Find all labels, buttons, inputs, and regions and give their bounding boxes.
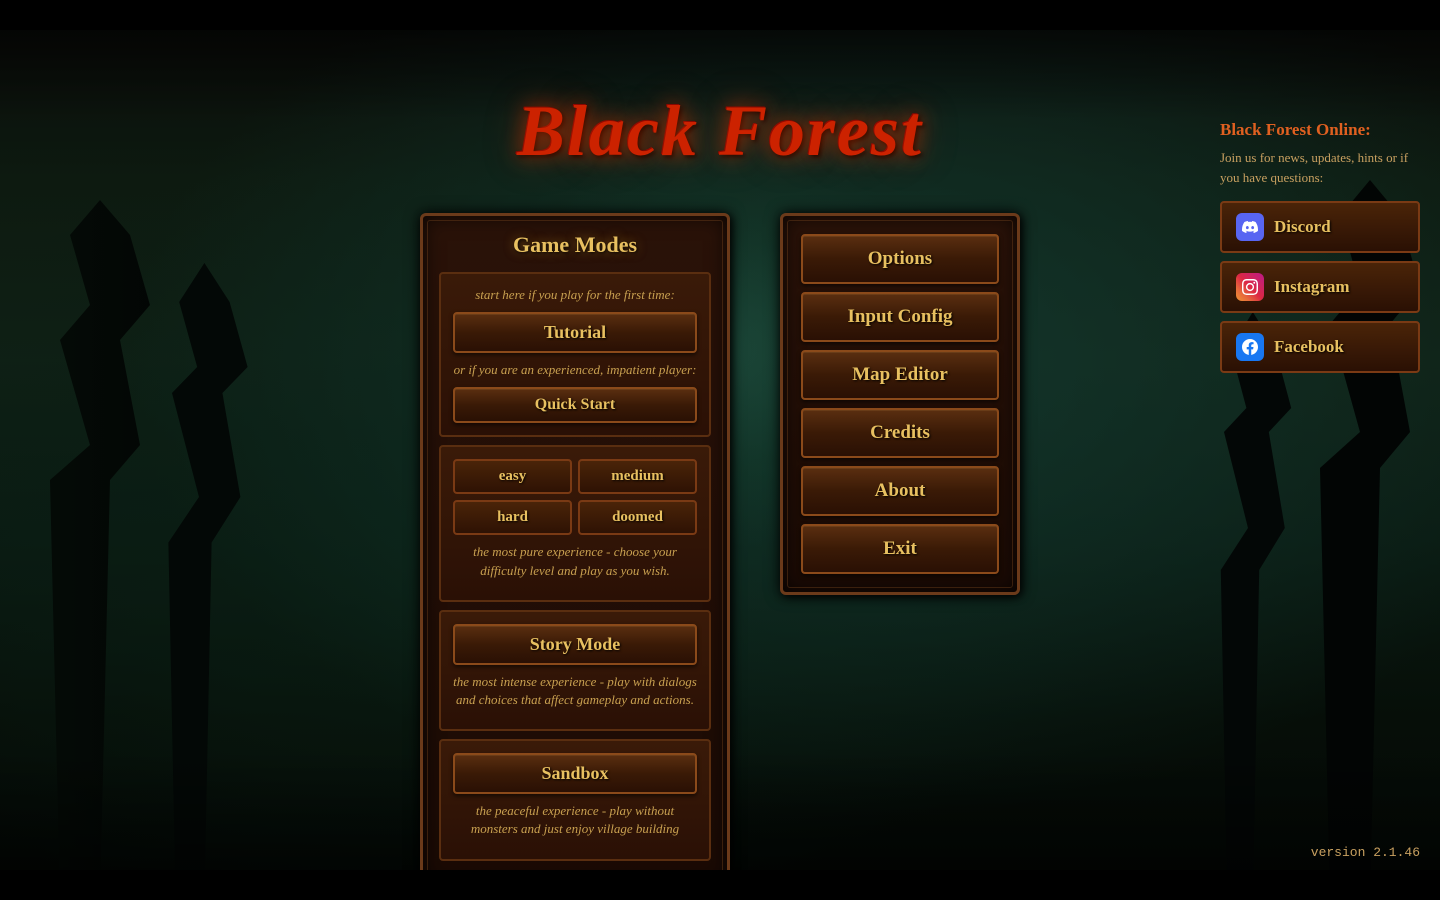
- facebook-icon: [1236, 333, 1264, 361]
- story-mode-button[interactable]: Story Mode: [453, 624, 697, 665]
- quickstart-prefix: or if you are an experienced, impatient …: [453, 361, 697, 379]
- online-sidebar: Black Forest Online: Join us for news, u…: [1220, 120, 1420, 381]
- menu-panel: Options Input Config Map Editor Credits …: [780, 213, 1020, 595]
- story-mode-desc: the most intense experience - play with …: [453, 673, 697, 709]
- story-mode-section: Story Mode the most intense experience -…: [439, 610, 711, 731]
- medium-button[interactable]: medium: [578, 459, 697, 494]
- game-modes-title: Game Modes: [439, 232, 711, 258]
- discord-button[interactable]: Discord: [1220, 201, 1420, 253]
- sandbox-button[interactable]: Sandbox: [453, 753, 697, 794]
- instagram-label: Instagram: [1274, 277, 1350, 297]
- tutorial-section: start here if you play for the first tim…: [439, 272, 711, 437]
- discord-icon: [1236, 213, 1264, 241]
- difficulty-desc: the most pure experience - choose your d…: [453, 543, 697, 579]
- tutorial-prefix: start here if you play for the first tim…: [453, 286, 697, 304]
- exit-button[interactable]: Exit: [801, 524, 999, 574]
- quickstart-button[interactable]: Quick Start: [453, 387, 697, 423]
- bottom-bar: [0, 870, 1440, 900]
- sandbox-section: Sandbox the peaceful experience - play w…: [439, 739, 711, 860]
- options-button[interactable]: Options: [801, 234, 999, 284]
- instagram-icon: [1236, 273, 1264, 301]
- tutorial-button[interactable]: Tutorial: [453, 312, 697, 353]
- difficulty-grid: easy medium hard doomed: [453, 459, 697, 535]
- game-modes-panel: Game Modes start here if you play for th…: [420, 213, 730, 888]
- discord-label: Discord: [1274, 217, 1331, 237]
- credits-button[interactable]: Credits: [801, 408, 999, 458]
- version-text: version 2.1.46: [1311, 845, 1420, 860]
- about-button[interactable]: About: [801, 466, 999, 516]
- online-description: Join us for news, updates, hints or if y…: [1220, 148, 1420, 187]
- input-config-button[interactable]: Input Config: [801, 292, 999, 342]
- main-content: Black Forest Game Modes start here if yo…: [30, 30, 1410, 870]
- facebook-label: Facebook: [1274, 337, 1344, 357]
- top-bar: [0, 0, 1440, 30]
- doomed-button[interactable]: doomed: [578, 500, 697, 535]
- game-title: Black Forest: [517, 90, 923, 173]
- instagram-button[interactable]: Instagram: [1220, 261, 1420, 313]
- hard-button[interactable]: hard: [453, 500, 572, 535]
- facebook-button[interactable]: Facebook: [1220, 321, 1420, 373]
- difficulty-section: easy medium hard doomed the most pure ex…: [439, 445, 711, 601]
- online-title: Black Forest Online:: [1220, 120, 1420, 140]
- panels-row: Game Modes start here if you play for th…: [420, 213, 1020, 888]
- easy-button[interactable]: easy: [453, 459, 572, 494]
- sandbox-desc: the peaceful experience - play without m…: [453, 802, 697, 838]
- map-editor-button[interactable]: Map Editor: [801, 350, 999, 400]
